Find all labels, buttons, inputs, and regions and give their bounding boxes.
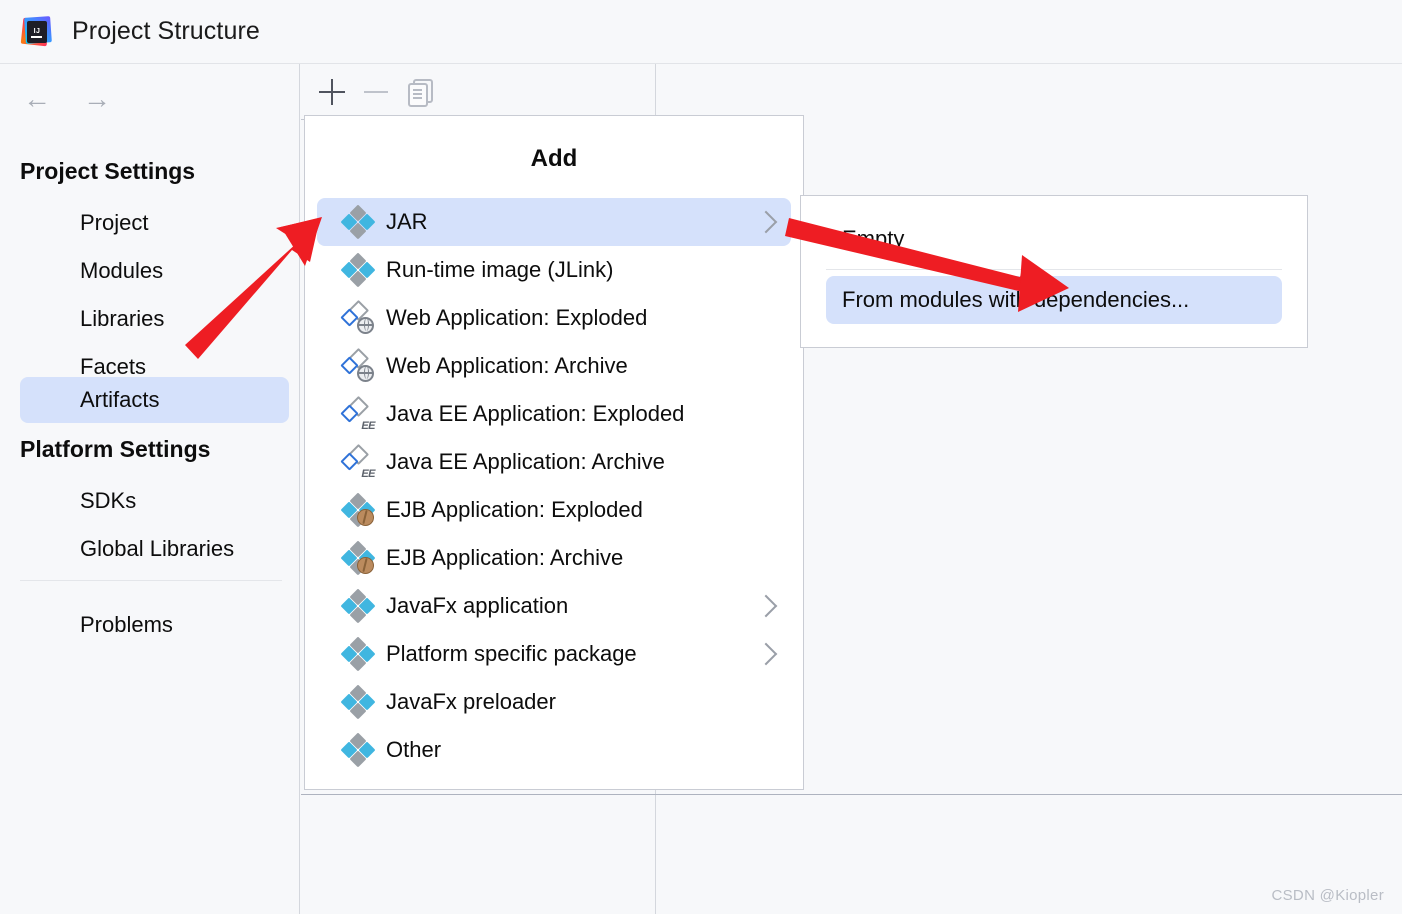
logo-text: IJ	[27, 20, 47, 43]
web-application-globe-icon	[340, 347, 374, 382]
artifacts-toolbar	[301, 64, 655, 120]
window-title-bar: IJ Project Structure	[0, 0, 1402, 64]
menu-item-platform-specific-package[interactable]: Platform specific package	[317, 630, 791, 678]
submenu-divider	[826, 269, 1282, 270]
artifact-diamonds-icon	[340, 204, 376, 240]
popup-title: Add	[530, 145, 578, 172]
sidebar-item-libraries[interactable]: Libraries	[20, 296, 289, 342]
menu-item-label: JavaFx preloader	[386, 689, 556, 714]
menu-item-javafx-application[interactable]: JavaFx application	[317, 582, 791, 630]
ejb-application-bean-icon	[340, 540, 376, 576]
sidebar-divider	[20, 580, 282, 581]
sidebar-item-sdks[interactable]: SDKs	[20, 478, 289, 524]
remove-artifact-button[interactable]	[354, 70, 398, 114]
page-title: Project Structure	[72, 17, 260, 45]
menu-item-web-application-exploded[interactable]: Web Application: Exploded	[317, 294, 791, 342]
menu-item-ejb-application-archive[interactable]: EJB Application: Archive	[317, 534, 791, 582]
menu-item-java-ee-application-archive[interactable]: EE Java EE Application: Archive	[317, 438, 791, 486]
artifact-diamonds-icon	[340, 684, 376, 720]
sidebar-item-label: SDKs	[80, 488, 137, 513]
submenu-item-from-modules-with-dependencies[interactable]: From modules with dependencies...	[826, 276, 1282, 324]
artifact-diamonds-icon	[340, 732, 376, 768]
artifact-diamonds-icon	[340, 252, 376, 288]
submenu-item-label: Empty	[842, 226, 905, 251]
menu-item-web-application-archive[interactable]: Web Application: Archive	[317, 342, 791, 390]
menu-item-label: Web Application: Exploded	[386, 305, 648, 330]
submenu-item-label: From modules with dependencies...	[842, 287, 1190, 312]
sidebar-group-platform-settings: Platform Settings	[20, 436, 211, 462]
menu-item-jar[interactable]: JAR	[317, 198, 791, 246]
navigation-arrows: ← →	[22, 85, 112, 113]
menu-item-run-time-image[interactable]: Run-time image (JLink)	[317, 246, 791, 294]
add-artifact-popup: Add JAR Run-time image (JLink) Web Appli…	[304, 115, 804, 790]
java-ee-application-icon: EE	[340, 395, 375, 432]
menu-item-javafx-preloader[interactable]: JavaFx preloader	[317, 678, 791, 726]
menu-item-label: Web Application: Archive	[386, 353, 628, 378]
sidebar-item-label: Modules	[80, 258, 164, 283]
menu-item-label: JAR	[386, 209, 428, 234]
sidebar-item-problems[interactable]: Problems	[20, 602, 289, 648]
ejb-application-bean-icon	[340, 492, 376, 528]
artifact-diamonds-icon	[340, 588, 376, 624]
copy-artifact-button[interactable]	[398, 70, 442, 114]
settings-sidebar: ← → Project Settings Project Modules Lib…	[0, 64, 300, 914]
sidebar-item-project[interactable]: Project	[20, 200, 289, 246]
jar-submenu-popup: Empty From modules with dependencies...	[800, 195, 1308, 348]
menu-item-label: EJB Application: Exploded	[386, 497, 643, 522]
add-artifact-button[interactable]	[310, 70, 354, 114]
content-lower-border	[301, 794, 1402, 795]
menu-item-label: EJB Application: Archive	[386, 545, 624, 570]
menu-item-label: Java EE Application: Archive	[386, 449, 665, 474]
copy-icon	[408, 78, 433, 107]
web-application-globe-icon	[340, 299, 374, 334]
sidebar-item-artifacts[interactable]: Artifacts	[20, 377, 289, 423]
menu-item-label: Run-time image (JLink)	[386, 257, 614, 282]
minus-icon	[364, 90, 388, 93]
sidebar-item-label: Project	[80, 210, 149, 235]
submenu-item-empty[interactable]: Empty	[826, 215, 1282, 263]
chevron-right-icon	[754, 594, 778, 618]
sidebar-item-label: Artifacts	[80, 387, 160, 412]
java-ee-application-icon: EE	[340, 443, 375, 480]
menu-item-label: Other	[386, 737, 442, 762]
menu-item-java-ee-application-exploded[interactable]: EE Java EE Application: Exploded	[317, 390, 791, 438]
artifact-diamonds-icon	[340, 636, 376, 672]
menu-item-label: JavaFx application	[386, 593, 569, 618]
arrow-left-icon[interactable]: ←	[22, 85, 52, 113]
sidebar-item-label: Problems	[80, 612, 173, 637]
plus-icon	[319, 78, 345, 105]
watermark-text: CSDN @Kiopler	[1271, 887, 1384, 904]
menu-item-other[interactable]: Other	[317, 726, 791, 774]
sidebar-item-label: Libraries	[80, 306, 165, 331]
chevron-right-icon	[754, 210, 778, 234]
menu-item-label: Platform specific package	[386, 641, 637, 666]
sidebar-item-label: Global Libraries	[80, 536, 235, 561]
menu-item-label: Java EE Application: Exploded	[386, 401, 685, 426]
sidebar-group-project-settings: Project Settings	[20, 158, 196, 184]
intellij-idea-logo-icon: IJ	[20, 15, 52, 47]
sidebar-item-modules[interactable]: Modules	[20, 248, 289, 294]
menu-item-ejb-application-exploded[interactable]: EJB Application: Exploded	[317, 486, 791, 534]
chevron-right-icon	[754, 642, 778, 666]
sidebar-item-global-libraries[interactable]: Global Libraries	[20, 526, 289, 572]
arrow-right-icon[interactable]: →	[82, 85, 112, 113]
